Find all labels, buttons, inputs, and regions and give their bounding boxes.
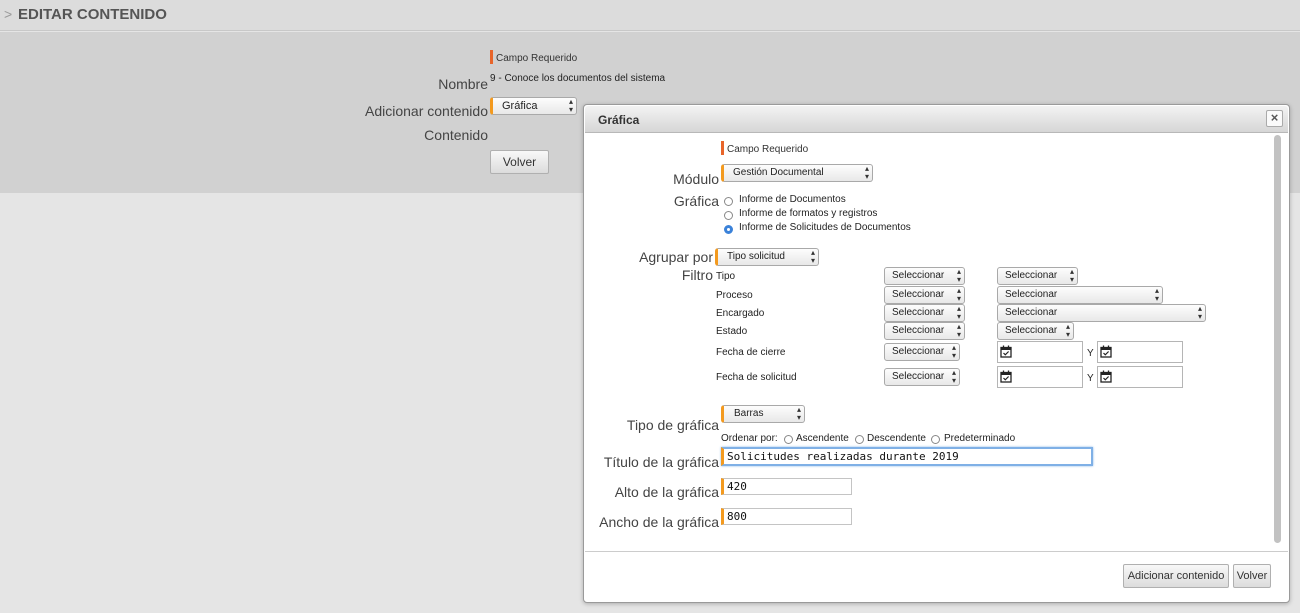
titulo-input[interactable]: Solicitudes realizadas durante 2019	[721, 447, 1093, 466]
select-arrows-icon: ▴ ▾	[951, 343, 956, 360]
filter-op-fecha-solicitud[interactable]: Seleccionar ▴ ▾	[884, 368, 960, 386]
required-marker	[721, 140, 724, 155]
radio-label: Informe de formatos y registros	[739, 208, 878, 219]
radio-ascendente[interactable]	[784, 435, 793, 444]
filter-op-proceso[interactable]: Seleccionar ▴ ▾	[884, 286, 965, 304]
scrollbar-thumb[interactable]	[1274, 135, 1281, 543]
select-arrows-icon: ▴ ▾	[568, 97, 573, 114]
titulo-label: Título de la gráfica	[603, 454, 719, 470]
dialog-footer-divider	[585, 551, 1288, 552]
dialog-title: Gráfica	[598, 113, 640, 127]
page-header: > EDITAR CONTENIDO	[0, 0, 1300, 31]
select-arrows-icon: ▴ ▾	[1197, 304, 1202, 321]
agrupar-select[interactable]: Tipo solicitud ▴ ▾	[715, 248, 819, 266]
calendar-icon	[1100, 370, 1112, 383]
select-arrows-icon: ▴ ▾	[810, 248, 815, 265]
radio-descendente[interactable]	[855, 435, 864, 444]
nombre-value: 9 - Conoce los documentos del sistema	[490, 73, 666, 84]
calendar-icon	[1000, 370, 1012, 383]
modulo-select[interactable]: Gestión Documental ▴ ▾	[721, 164, 873, 182]
modulo-label: Módulo	[673, 171, 719, 187]
fecha-cierre-hasta[interactable]	[1097, 341, 1183, 363]
nombre-label: Nombre	[438, 76, 488, 92]
calendar-icon	[1000, 345, 1012, 358]
tipo-grafica-label: Tipo de gráfica	[626, 417, 719, 433]
radio-label: Informe de Solicitudes de Documentos	[739, 222, 911, 233]
fecha-solicitud-desde[interactable]	[997, 366, 1083, 388]
required-marker	[490, 49, 493, 64]
radio-label: Descendente	[867, 433, 926, 444]
filter-op-tipo[interactable]: Seleccionar ▴ ▾	[884, 267, 965, 285]
select-arrows-icon: ▴ ▾	[956, 322, 961, 339]
select-arrows-icon: ▴ ▾	[1069, 267, 1074, 284]
filter-label-fecha-solicitud: Fecha de solicitud	[716, 372, 797, 383]
select-arrows-icon: ▴ ▾	[951, 368, 956, 385]
tipo-grafica-select[interactable]: Barras ▴ ▾	[721, 405, 805, 423]
filter-label-fecha-cierre: Fecha de cierre	[716, 347, 786, 358]
filter-value-encargado[interactable]: Seleccionar ▴ ▾	[997, 304, 1206, 322]
select-arrows-icon: ▴ ▾	[864, 164, 869, 181]
select-arrows-icon: ▴ ▾	[796, 405, 801, 422]
radio-label: Ascendente	[796, 433, 849, 444]
alto-input[interactable]: 420	[721, 478, 852, 495]
radio-informe-documentos[interactable]	[724, 197, 733, 206]
ancho-label: Ancho de la gráfica	[599, 514, 719, 530]
radio-informe-solicitudes[interactable]	[724, 225, 733, 234]
filter-op-fecha-cierre[interactable]: Seleccionar ▴ ▾	[884, 343, 960, 361]
grafica-label: Gráfica	[673, 193, 719, 209]
volver-button[interactable]: Volver	[490, 150, 549, 174]
filter-op-estado[interactable]: Seleccionar ▴ ▾	[884, 322, 965, 340]
dialog-header: Gráfica ×	[585, 106, 1288, 133]
ancho-input[interactable]: 800	[721, 508, 852, 525]
fecha-cierre-desde[interactable]	[997, 341, 1083, 363]
select-arrows-icon: ▴ ▾	[956, 286, 961, 303]
filter-label-proceso: Proceso	[716, 290, 753, 301]
fecha-solicitud-hasta[interactable]	[1097, 366, 1183, 388]
adicionar-contenido-button[interactable]: Adicionar contenido	[1123, 564, 1229, 588]
filter-value-tipo[interactable]: Seleccionar ▴ ▾	[997, 267, 1078, 285]
radio-label: Informe de Documentos	[739, 194, 846, 205]
select-arrows-icon: ▴ ▾	[1154, 286, 1159, 303]
select-arrows-icon: ▴ ▾	[956, 304, 961, 321]
agrupar-label: Agrupar por	[639, 249, 713, 265]
dialog-required-note: Campo Requerido	[721, 139, 808, 157]
radio-predeterminado[interactable]	[931, 435, 940, 444]
radio-informe-formatos[interactable]	[724, 211, 733, 220]
filter-value-proceso[interactable]: Seleccionar ▴ ▾	[997, 286, 1163, 304]
y-separator: Y	[1087, 373, 1094, 384]
adicionar-contenido-select[interactable]: Gráfica ▴ ▾	[490, 97, 577, 115]
required-note: Campo Requerido	[490, 48, 577, 66]
radio-label: Predeterminado	[944, 433, 1016, 444]
contenido-label: Contenido	[424, 127, 488, 143]
dialog-scrollbar[interactable]	[1270, 133, 1282, 548]
dialog-volver-button[interactable]: Volver	[1233, 564, 1271, 588]
y-separator: Y	[1087, 348, 1094, 359]
chevron-right-icon: >	[4, 6, 13, 22]
filter-label-encargado: Encargado	[716, 308, 765, 319]
alto-label: Alto de la gráfica	[614, 484, 719, 500]
filter-label-tipo: Tipo	[716, 271, 736, 282]
filter-value-estado[interactable]: Seleccionar ▴ ▾	[997, 322, 1074, 340]
select-arrows-icon: ▴ ▾	[956, 267, 961, 284]
page-title: EDITAR CONTENIDO	[18, 6, 167, 23]
filter-op-encargado[interactable]: Seleccionar ▴ ▾	[884, 304, 965, 322]
filtro-label: Filtro	[681, 267, 713, 283]
adicionar-contenido-label: Adicionar contenido	[365, 103, 488, 119]
calendar-icon	[1100, 345, 1112, 358]
select-arrows-icon: ▴ ▾	[1065, 322, 1070, 339]
ordenar-label: Ordenar por:	[721, 433, 778, 444]
grafica-dialog: Gráfica × Campo Requerido Módulo Gestión…	[583, 104, 1290, 603]
filter-label-estado: Estado	[716, 326, 748, 337]
close-icon[interactable]: ×	[1266, 110, 1283, 127]
